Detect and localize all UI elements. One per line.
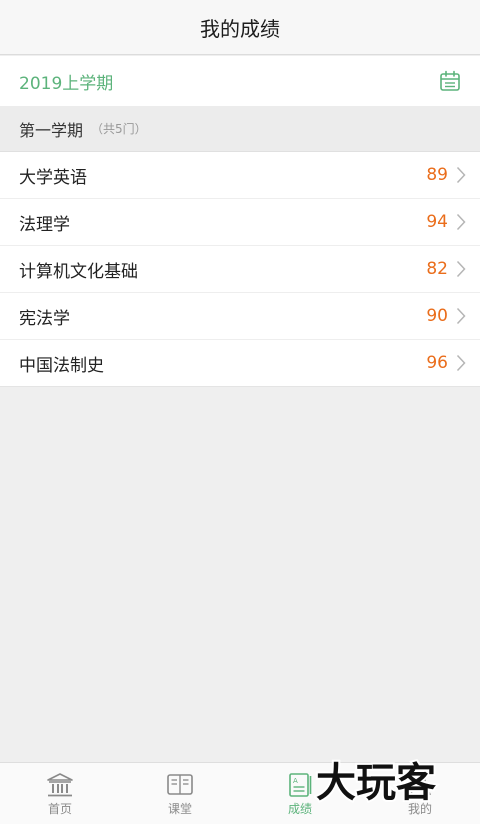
course-row-4[interactable]: 中国法制史 96 bbox=[0, 340, 480, 387]
course-count: （共5门） bbox=[91, 122, 147, 136]
course-row-2[interactable]: 计算机文化基础 82 bbox=[0, 246, 480, 293]
course-name: 大学英语 bbox=[19, 167, 87, 188]
chevron-right-icon bbox=[456, 213, 466, 231]
course-score: 82 bbox=[426, 259, 448, 279]
chevron-right-icon bbox=[456, 354, 466, 372]
tab-label: 成绩 bbox=[287, 802, 312, 816]
profile-icon bbox=[409, 774, 431, 796]
home-icon bbox=[47, 773, 73, 797]
course-list: 大学英语 89 法理学 94 计算机文化基础 82 宪法学 90 中国法制史 9… bbox=[0, 152, 480, 387]
course-score: 94 bbox=[426, 212, 448, 232]
tab-label: 首页 bbox=[47, 802, 72, 816]
bottom-tab-bar: 首页 课堂 A 成绩 我的 bbox=[0, 762, 480, 824]
course-score: 89 bbox=[426, 165, 448, 185]
term-selector[interactable]: 2019上学期 bbox=[0, 56, 480, 106]
tab-label: 我的 bbox=[407, 802, 432, 816]
tab-profile[interactable]: 我的 bbox=[360, 763, 480, 824]
grades-icon: A bbox=[289, 773, 312, 797]
course-row-0[interactable]: 大学英语 89 bbox=[0, 152, 480, 199]
course-score: 96 bbox=[426, 353, 448, 373]
chevron-right-icon bbox=[456, 260, 466, 278]
term-label: 2019上学期 bbox=[19, 73, 114, 94]
tab-label: 课堂 bbox=[167, 802, 192, 816]
calendar-icon[interactable] bbox=[438, 69, 462, 93]
tab-grades[interactable]: A 成绩 bbox=[240, 763, 360, 824]
book-icon bbox=[167, 774, 193, 795]
semester-section-header: 第一学期 （共5门） bbox=[0, 106, 480, 152]
semester-title: 第一学期 bbox=[19, 120, 84, 140]
course-name: 宪法学 bbox=[19, 308, 70, 329]
tab-classroom[interactable]: 课堂 bbox=[120, 763, 240, 824]
svg-text:A: A bbox=[293, 777, 298, 785]
app-header: 我的成绩 bbox=[0, 0, 480, 55]
course-name: 中国法制史 bbox=[19, 355, 104, 376]
chevron-right-icon bbox=[456, 307, 466, 325]
page-title: 我的成绩 bbox=[200, 16, 280, 41]
course-row-1[interactable]: 法理学 94 bbox=[0, 199, 480, 246]
course-row-3[interactable]: 宪法学 90 bbox=[0, 293, 480, 340]
course-score: 90 bbox=[426, 306, 448, 326]
course-name: 计算机文化基础 bbox=[19, 261, 138, 282]
chevron-right-icon bbox=[456, 166, 466, 184]
course-name: 法理学 bbox=[19, 214, 70, 235]
tab-home[interactable]: 首页 bbox=[0, 763, 120, 824]
